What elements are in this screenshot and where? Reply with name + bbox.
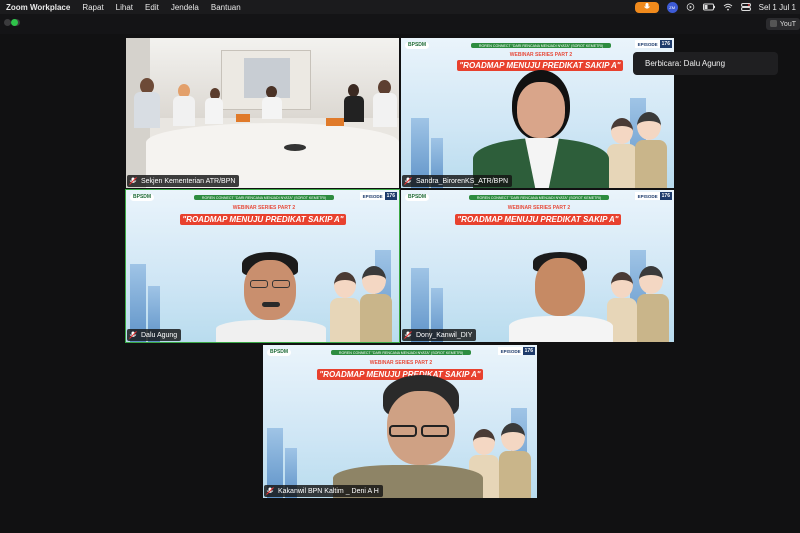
microphone-indicator-icon[interactable] xyxy=(634,1,659,13)
browser-tab-label: YouT xyxy=(779,20,796,28)
muted-mic-icon xyxy=(266,487,274,495)
participant-name: Kakanwil BPN Kaltim _ Deni A H xyxy=(278,487,379,495)
participant-video-person xyxy=(216,250,326,342)
menu-bantuan[interactable]: Bantuan xyxy=(211,3,241,12)
episode-badge: EPISODE 176 xyxy=(359,192,397,200)
slide-strip: ROREN CONNECT "DARI RENCANA MENJADI NYAT… xyxy=(331,350,471,355)
participant-video-person xyxy=(465,68,615,188)
participant-name: Dalu Agung xyxy=(141,331,178,339)
slide-subtitle: WEBINAR SERIES PART 2 xyxy=(232,205,296,211)
participant-name-label: Sandra_BirorenKS_ATR/BPN xyxy=(402,175,513,187)
participant-name: Dony_Kanwil_DIY xyxy=(416,331,473,339)
zoom-window-toolbar xyxy=(0,14,800,34)
slide-subtitle: WEBINAR SERIES PART 2 xyxy=(369,360,433,366)
menubar-clock[interactable]: Sel 1 Jul 1 xyxy=(759,3,796,12)
cartoon-characters xyxy=(330,266,394,342)
control-center-icon[interactable] xyxy=(740,3,751,11)
video-tile-kakanwil-kaltim[interactable]: BPSDM EPISODE 176 ROREN CONNECT "DARI REN… xyxy=(263,345,537,498)
participant-name-label: Kakanwil BPN Kaltim _ Deni A H xyxy=(264,485,383,497)
tab-favicon-icon xyxy=(769,20,777,27)
video-tile-dalu-agung[interactable]: BPSDM EPISODE 176 ROREN CONNECT "DARI REN… xyxy=(125,189,400,343)
name-plate xyxy=(326,118,344,126)
participant-name-label: Sekjen Kementerian ATR/BPN xyxy=(127,175,240,187)
episode-badge: EPISODE 176 xyxy=(634,192,672,200)
video-tile-dony[interactable]: BPSDM EPISODE 176 ROREN CONNECT "DARI REN… xyxy=(401,190,674,342)
slide-logo: BPSDM xyxy=(405,193,430,201)
menu-edit[interactable]: Edit xyxy=(145,3,159,12)
battery-icon[interactable] xyxy=(702,3,715,11)
slide-subtitle: WEBINAR SERIES PART 2 xyxy=(507,205,571,211)
cartoon-characters xyxy=(607,110,669,188)
app-menu-zoom[interactable]: Zoom Workplace xyxy=(6,3,70,12)
muted-mic-icon xyxy=(404,331,412,339)
slide-strip: ROREN CONNECT "DARI RENCANA MENJADI NYAT… xyxy=(471,43,611,48)
conference-speaker xyxy=(284,144,306,151)
slide-title: "ROADMAP MENUJU PREDIKAT SAKIP A" xyxy=(455,214,621,225)
active-speaker-text: Berbicara: Dalu Agung xyxy=(645,59,726,68)
browser-tab[interactable]: YouT xyxy=(765,18,800,30)
slide-strip: ROREN CONNECT "DARI RENCANA MENJADI NYAT… xyxy=(194,195,334,200)
menu-jendela[interactable]: Jendela xyxy=(171,3,199,12)
macos-menubar: Zoom Workplace Rapat Lihat Edit Jendela … xyxy=(0,0,800,14)
participant-video-person xyxy=(333,375,483,498)
slide-subtitle: WEBINAR SERIES PART 2 xyxy=(509,52,573,58)
muted-mic-icon xyxy=(129,331,137,339)
slide-logo: BPSDM xyxy=(405,41,430,49)
name-plate xyxy=(236,114,250,122)
participant-name: Sandra_BirorenKS_ATR/BPN xyxy=(416,177,509,185)
muted-mic-icon xyxy=(129,177,137,185)
wifi-icon[interactable] xyxy=(723,3,733,11)
slide-strip: ROREN CONNECT "DARI RENCANA MENJADI NYAT… xyxy=(469,195,609,200)
muted-mic-icon xyxy=(404,177,412,185)
slide-logo: BPSDM xyxy=(130,193,155,201)
menu-lihat[interactable]: Lihat xyxy=(116,3,133,12)
window-zoom-button[interactable] xyxy=(11,19,18,26)
episode-badge: EPISODE 176 xyxy=(497,347,535,355)
menu-rapat[interactable]: Rapat xyxy=(82,3,103,12)
play-circle-icon[interactable] xyxy=(686,3,695,11)
participant-name-label: Dalu Agung xyxy=(127,329,182,341)
participant-name: Sekjen Kementerian ATR/BPN xyxy=(141,177,236,185)
cartoon-characters xyxy=(607,266,671,342)
zoom-status-icon[interactable]: ZM xyxy=(666,1,678,13)
active-speaker-toast: Berbicara: Dalu Agung xyxy=(633,52,778,75)
slide-title: "ROADMAP MENUJU PREDIKAT SAKIP A" xyxy=(180,214,346,225)
video-tile-sekjen[interactable]: Sekjen Kementerian ATR/BPN xyxy=(126,38,399,188)
participant-video-person xyxy=(505,250,615,342)
window-close-button[interactable] xyxy=(4,19,11,26)
participant-name-label: Dony_Kanwil_DIY xyxy=(402,329,477,341)
slide-logo: BPSDM xyxy=(267,348,292,356)
episode-badge: EPISODE 176 xyxy=(634,40,672,48)
